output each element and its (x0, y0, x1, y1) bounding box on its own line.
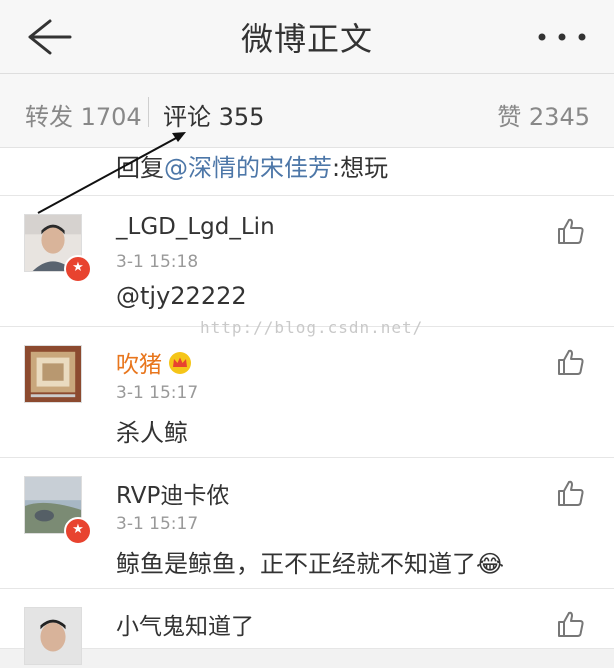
tab-likes[interactable]: 赞 2345 (497, 97, 590, 132)
more-dots-icon (538, 33, 586, 41)
username[interactable]: _LGD_Lgd_Lin (116, 214, 275, 240)
tab-repost[interactable]: 转发 1704 (25, 97, 142, 132)
username[interactable]: 吹猪 (116, 345, 192, 379)
like-thumb-icon[interactable] (556, 347, 586, 377)
comment-item: 小气鬼知道了 (0, 589, 614, 665)
avatar[interactable] (24, 607, 82, 665)
like-thumb-icon[interactable] (556, 216, 586, 246)
like-thumb-icon[interactable] (556, 478, 586, 508)
avatar-image (25, 346, 81, 402)
timestamp: 3-1 15:17 (116, 383, 199, 403)
verified-badge: ★ (64, 255, 92, 283)
top-bar: 微博正文 (0, 0, 614, 74)
partial-comment: 回复@深情的宋佳芳:想玩 (0, 148, 614, 196)
comment-list: 回复@深情的宋佳芳:想玩 ★ _LGD_Lgd_Lin 3-1 15:18 @t… (0, 148, 614, 665)
comment-item: 吹猪 3-1 15:17 杀人鲸 (0, 327, 614, 458)
mention-link[interactable]: @深情的宋佳芳 (164, 154, 332, 182)
avatar[interactable] (24, 345, 82, 403)
more-button[interactable] (534, 22, 594, 52)
comment-text: 杀人鲸 (116, 419, 188, 447)
username[interactable]: RVP迪卡侬 (116, 476, 229, 510)
avatar-image (25, 608, 81, 664)
tab-comments[interactable]: 评论 355 (163, 97, 264, 132)
reply-suffix: :想玩 (332, 154, 389, 182)
avatar[interactable]: ★ (24, 476, 92, 545)
timestamp: 3-1 15:18 (116, 252, 199, 272)
reply-prefix: 回复 (116, 154, 164, 182)
comment-text[interactable]: @tjy22222 (116, 282, 247, 310)
crown-icon (169, 352, 191, 374)
avatar[interactable]: ★ (24, 214, 92, 283)
comment-text: 鲸鱼是鲸鱼，正不正经就不知道了😂 (116, 550, 505, 578)
verified-badge: ★ (64, 517, 92, 545)
timestamp: 3-1 15:17 (116, 514, 199, 534)
tab-bar: 转发 1704 评论 355 赞 2345 (0, 74, 614, 148)
comment-item: ★ RVP迪卡侬 3-1 15:17 鲸鱼是鲸鱼，正不正经就不知道了😂 (0, 458, 614, 589)
username[interactable]: 小气鬼知道了 (116, 607, 254, 641)
watermark: http://blog.csdn.net/ (200, 318, 424, 337)
tab-divider (148, 97, 149, 127)
comment-item: ★ _LGD_Lgd_Lin 3-1 15:18 @tjy22222 (0, 196, 614, 327)
page-title: 微博正文 (240, 20, 373, 58)
